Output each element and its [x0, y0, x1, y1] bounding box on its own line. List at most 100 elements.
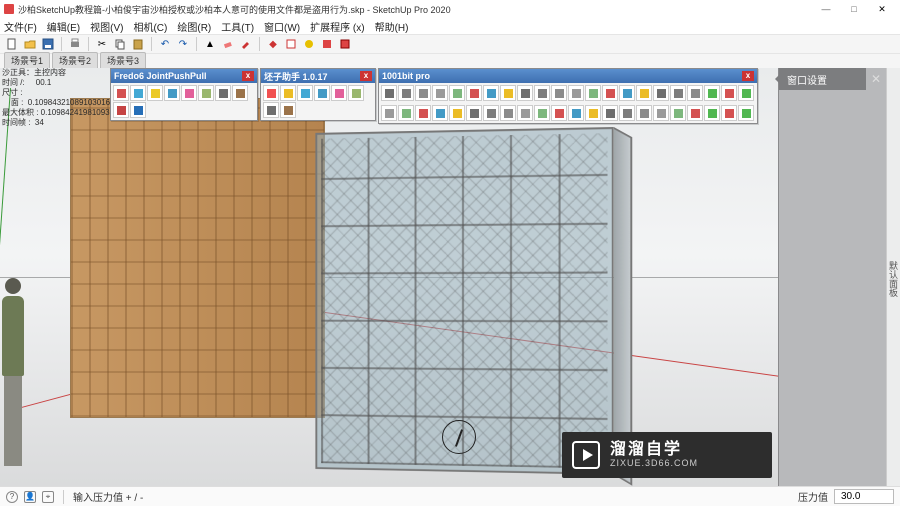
1001bit-a-7-icon[interactable]	[500, 85, 516, 101]
1001bit-a-1-icon[interactable]	[398, 85, 414, 101]
pizi-btn-7-icon[interactable]	[280, 102, 296, 118]
pizi-btn-5-icon[interactable]	[348, 85, 364, 101]
menu-help[interactable]: 帮助(H)	[375, 19, 409, 34]
pizi-btn-3-icon[interactable]	[314, 85, 330, 101]
toolbar-pizi[interactable]: 坯子助手 1.0.17x	[260, 68, 376, 121]
menu-view[interactable]: 视图(V)	[90, 19, 123, 34]
jpp-btn-8-icon[interactable]	[113, 102, 129, 118]
maximize-button[interactable]: □	[840, 1, 868, 17]
ext-b-icon[interactable]	[283, 36, 299, 52]
close-button[interactable]: ✕	[868, 1, 896, 17]
1001bit-a-20-icon[interactable]	[721, 85, 737, 101]
1001bit-b-10-icon[interactable]	[551, 105, 567, 121]
1001bit-b-19-icon[interactable]	[704, 105, 720, 121]
1001bit-b-20-icon[interactable]	[721, 105, 737, 121]
ext-d-icon[interactable]	[319, 36, 335, 52]
select-icon[interactable]: ▲	[202, 36, 218, 52]
jpp-btn-3-icon[interactable]	[164, 85, 180, 101]
eraser-icon[interactable]	[220, 36, 236, 52]
1001bit-a-5-icon[interactable]	[466, 85, 482, 101]
1001bit-a-8-icon[interactable]	[517, 85, 533, 101]
1001bit-b-7-icon[interactable]	[500, 105, 516, 121]
1001bit-a-11-icon[interactable]	[568, 85, 584, 101]
paste-icon[interactable]	[130, 36, 146, 52]
ext-e-icon[interactable]	[337, 36, 353, 52]
print-icon[interactable]	[67, 36, 83, 52]
1001bit-b-14-icon[interactable]	[619, 105, 635, 121]
1001bit-a-17-icon[interactable]	[670, 85, 686, 101]
1001bit-a-19-icon[interactable]	[704, 85, 720, 101]
1001bit-b-0-icon[interactable]	[381, 105, 397, 121]
minimize-button[interactable]: —	[812, 1, 840, 17]
viewport[interactable]: 沙正具：主控内容 时间 /: 00.1 尺寸 : 面 : 0.109843210…	[0, 68, 778, 486]
jpp-btn-4-icon[interactable]	[181, 85, 197, 101]
1001bit-a-13-icon[interactable]	[602, 85, 618, 101]
1001bit-b-3-icon[interactable]	[432, 105, 448, 121]
jpp-btn-0-icon[interactable]	[113, 85, 129, 101]
copy-icon[interactable]	[112, 36, 128, 52]
1001bit-a-16-icon[interactable]	[653, 85, 669, 101]
menu-file[interactable]: 文件(F)	[4, 19, 37, 34]
close-icon[interactable]: x	[242, 71, 254, 81]
measure-input[interactable]: 30.0	[834, 489, 894, 504]
close-icon[interactable]: x	[360, 71, 372, 81]
menu-draw[interactable]: 绘图(R)	[177, 19, 211, 34]
1001bit-a-3-icon[interactable]	[432, 85, 448, 101]
1001bit-b-1-icon[interactable]	[398, 105, 414, 121]
1001bit-a-18-icon[interactable]	[687, 85, 703, 101]
menu-extensions[interactable]: 扩展程序 (x)	[310, 19, 364, 34]
scene-tab-2[interactable]: 场景号2	[52, 52, 98, 68]
1001bit-a-0-icon[interactable]	[381, 85, 397, 101]
help-icon[interactable]: ?	[6, 491, 18, 503]
close-icon[interactable]: x	[742, 71, 754, 81]
1001bit-a-14-icon[interactable]	[619, 85, 635, 101]
jpp-btn-1-icon[interactable]	[130, 85, 146, 101]
menu-edit[interactable]: 编辑(E)	[47, 19, 80, 34]
jpp-btn-5-icon[interactable]	[198, 85, 214, 101]
person-icon[interactable]: 👤	[24, 491, 36, 503]
menu-camera[interactable]: 相机(C)	[133, 19, 167, 34]
paint-icon[interactable]	[238, 36, 254, 52]
jpp-btn-7-icon[interactable]	[232, 85, 248, 101]
ext-a-icon[interactable]: ◆	[265, 36, 281, 52]
tray-header[interactable]: 窗口设置	[779, 68, 866, 90]
cut-icon[interactable]: ✂	[94, 36, 110, 52]
1001bit-a-4-icon[interactable]	[449, 85, 465, 101]
menu-window[interactable]: 窗口(W)	[264, 19, 300, 34]
1001bit-b-5-icon[interactable]	[466, 105, 482, 121]
toolbar-jointpushpull[interactable]: Fredo6 JointPushPullx	[110, 68, 258, 121]
tray-close-icon[interactable]: ✕	[866, 68, 886, 486]
1001bit-b-21-icon[interactable]	[738, 105, 754, 121]
1001bit-b-2-icon[interactable]	[415, 105, 431, 121]
1001bit-a-21-icon[interactable]	[738, 85, 754, 101]
right-strip[interactable]: 默认面板	[886, 68, 900, 486]
undo-icon[interactable]: ↶	[157, 36, 173, 52]
geo-icon[interactable]: ⌖	[42, 491, 54, 503]
pizi-btn-0-icon[interactable]	[263, 85, 279, 101]
1001bit-a-9-icon[interactable]	[534, 85, 550, 101]
pizi-btn-2-icon[interactable]	[297, 85, 313, 101]
1001bit-a-6-icon[interactable]	[483, 85, 499, 101]
1001bit-b-6-icon[interactable]	[483, 105, 499, 121]
scene-tab-1[interactable]: 场景号1	[4, 52, 50, 68]
1001bit-a-2-icon[interactable]	[415, 85, 431, 101]
pizi-btn-4-icon[interactable]	[331, 85, 347, 101]
1001bit-a-15-icon[interactable]	[636, 85, 652, 101]
1001bit-b-12-icon[interactable]	[585, 105, 601, 121]
ext-c-icon[interactable]	[301, 36, 317, 52]
1001bit-b-4-icon[interactable]	[449, 105, 465, 121]
pizi-btn-6-icon[interactable]	[263, 102, 279, 118]
jpp-btn-6-icon[interactable]	[215, 85, 231, 101]
save-icon[interactable]	[40, 36, 56, 52]
jpp-btn-9-icon[interactable]	[130, 102, 146, 118]
1001bit-b-18-icon[interactable]	[687, 105, 703, 121]
1001bit-a-12-icon[interactable]	[585, 85, 601, 101]
1001bit-b-13-icon[interactable]	[602, 105, 618, 121]
open-icon[interactable]	[22, 36, 38, 52]
1001bit-b-17-icon[interactable]	[670, 105, 686, 121]
jpp-btn-2-icon[interactable]	[147, 85, 163, 101]
menu-tools[interactable]: 工具(T)	[221, 19, 254, 34]
1001bit-b-16-icon[interactable]	[653, 105, 669, 121]
1001bit-b-11-icon[interactable]	[568, 105, 584, 121]
1001bit-a-10-icon[interactable]	[551, 85, 567, 101]
